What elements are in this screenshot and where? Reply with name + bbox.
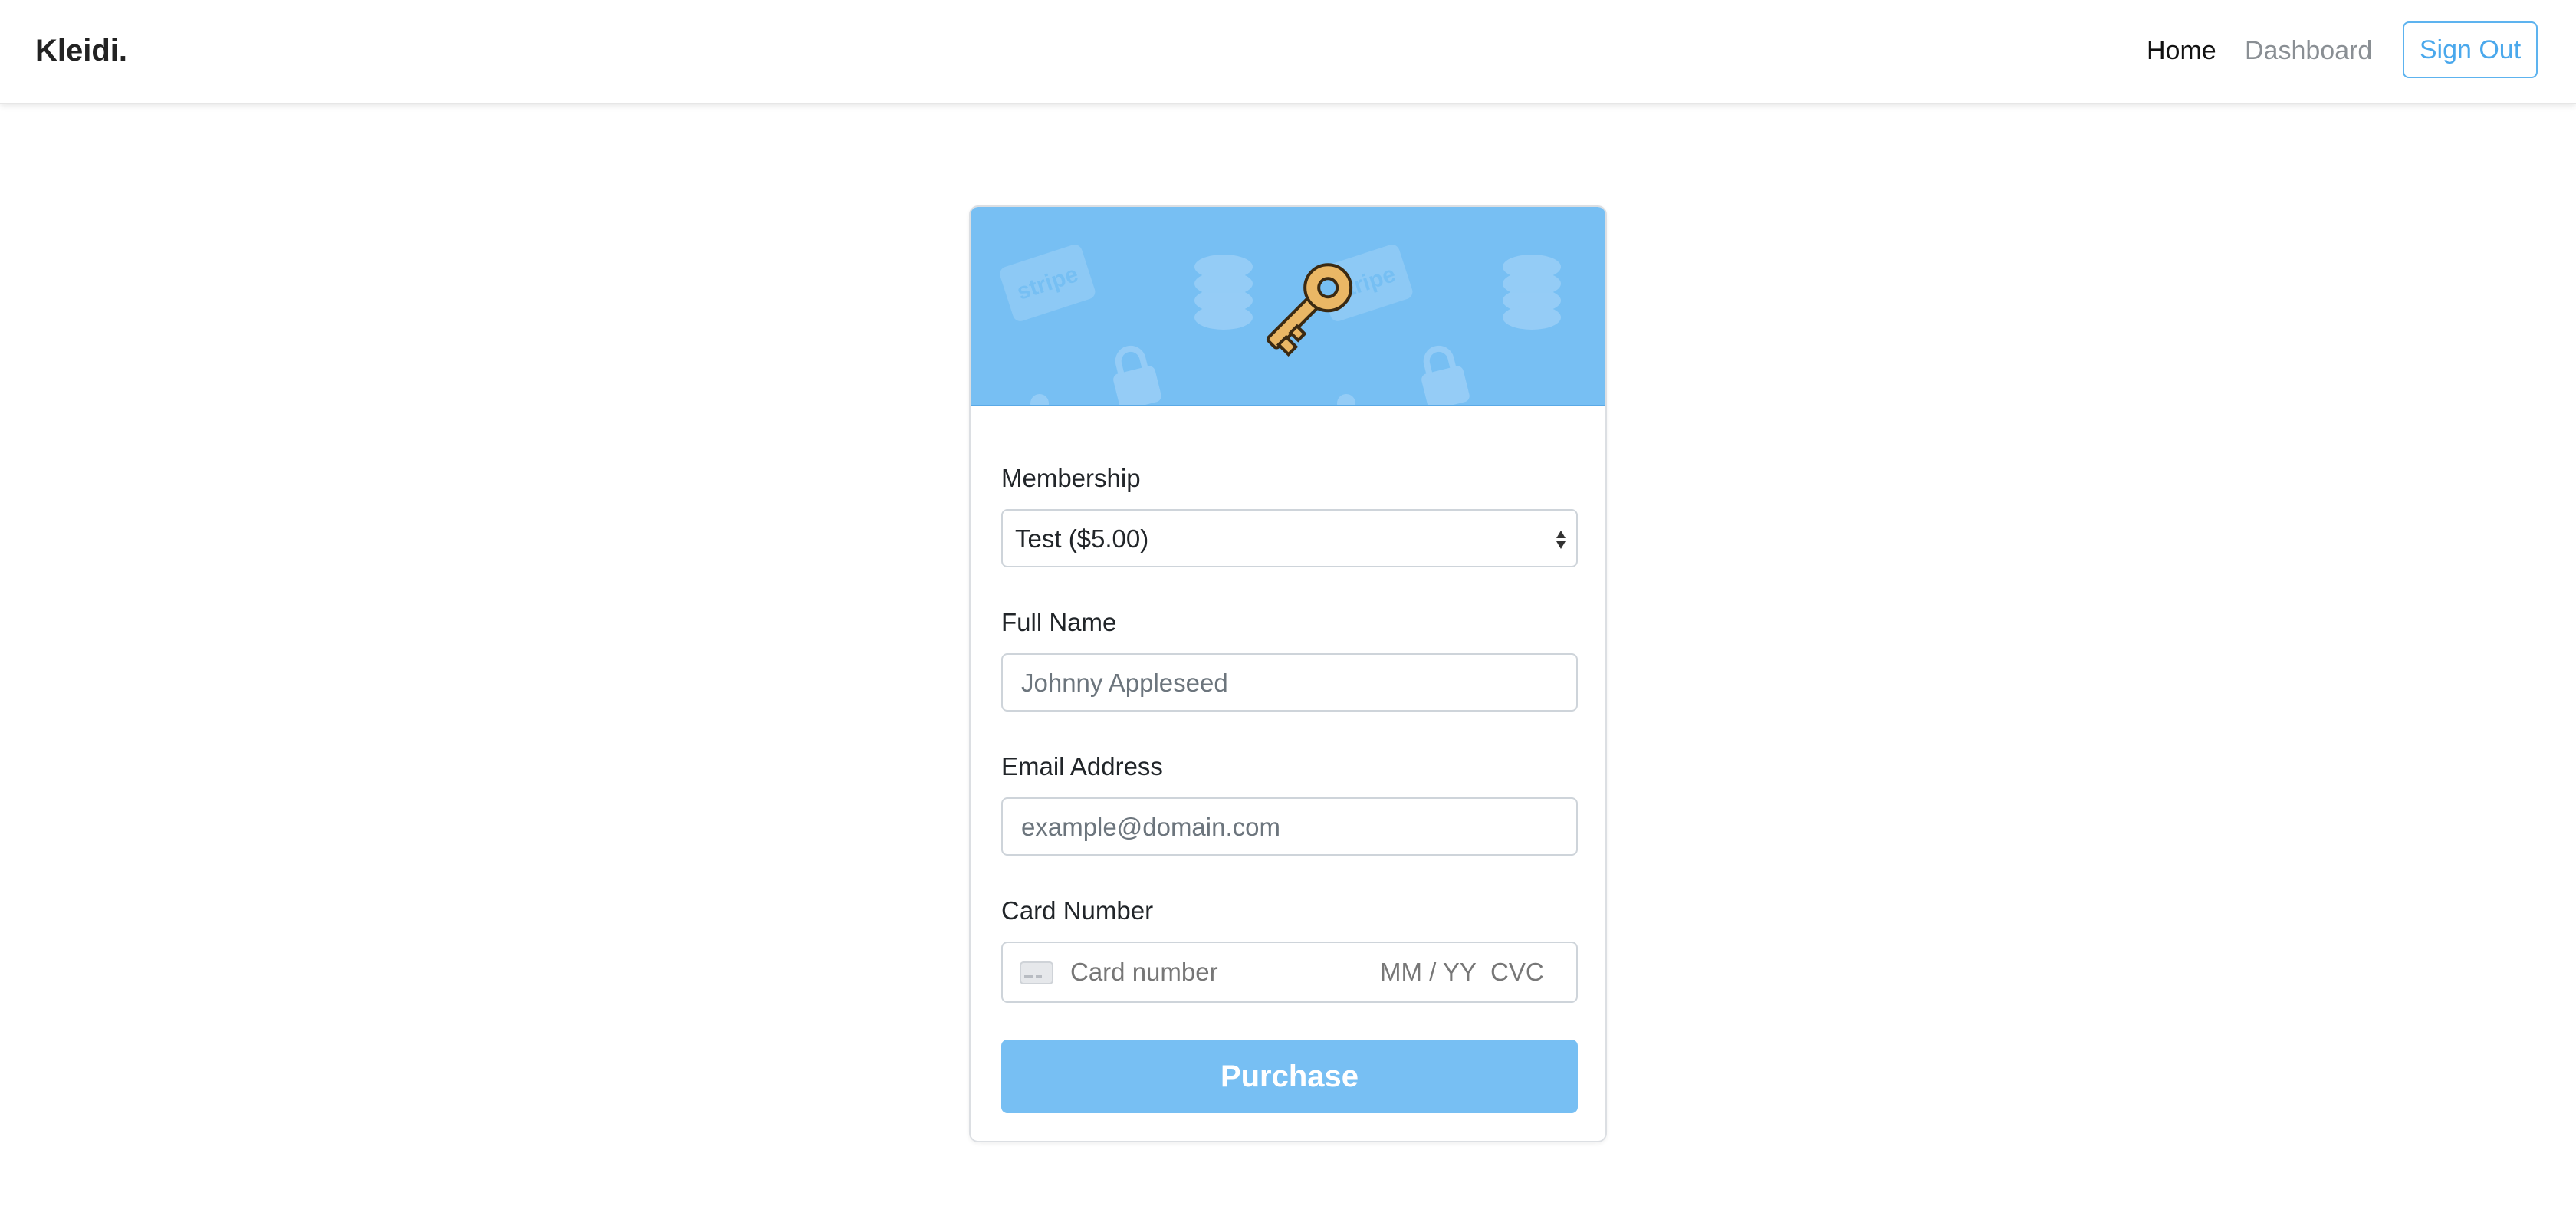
full-name-placeholder: Johnny Appleseed: [1021, 669, 1228, 697]
full-name-field[interactable]: Johnny Appleseed: [1001, 653, 1578, 712]
padlock-icon: [1421, 345, 1470, 405]
coin-icon: [1030, 394, 1049, 405]
full-name-label: Full Name: [1001, 608, 1117, 636]
checkout-card: stripe stripe Membership Test ($5.00) Fu…: [969, 205, 1607, 1142]
email-placeholder: example@domain.com: [1021, 813, 1280, 841]
sign-out-button[interactable]: Sign Out: [2403, 21, 2538, 78]
credit-card-icon: [1020, 961, 1053, 984]
coin-stack-icon: [1194, 255, 1253, 330]
membership-label: Membership: [1001, 464, 1141, 492]
card-number-input[interactable]: Card number: [1070, 957, 1218, 988]
stripe-card-icon: stripe: [1000, 245, 1096, 321]
card-number-label: Card Number: [1001, 896, 1154, 925]
header-pattern: stripe stripe: [1000, 245, 1561, 405]
top-navbar: Kleidi. Home Dashboard Sign Out: [0, 0, 2576, 104]
purchase-button[interactable]: Purchase: [1001, 1040, 1578, 1113]
membership-select[interactable]: Test ($5.00): [1001, 509, 1578, 567]
card-header-banner: stripe stripe: [971, 207, 1605, 406]
email-label: Email Address: [1001, 752, 1163, 781]
brand-logo[interactable]: Kleidi.: [35, 31, 127, 71]
card-element-field[interactable]: Card number MM / YY CVC: [1001, 942, 1578, 1003]
card-cvc-input[interactable]: CVC: [1490, 957, 1544, 988]
email-field[interactable]: example@domain.com: [1001, 797, 1578, 856]
coin-icon: [1337, 394, 1355, 405]
coin-stack-icon: [1503, 255, 1561, 330]
nav-link-home[interactable]: Home: [2147, 34, 2216, 67]
select-arrows-icon: [1556, 531, 1566, 549]
nav-link-dashboard[interactable]: Dashboard: [2245, 34, 2372, 67]
padlock-icon: [1113, 345, 1162, 405]
card-expiry-input[interactable]: MM / YY: [1380, 957, 1477, 988]
membership-selected-value: Test ($5.00): [1015, 524, 1149, 553]
